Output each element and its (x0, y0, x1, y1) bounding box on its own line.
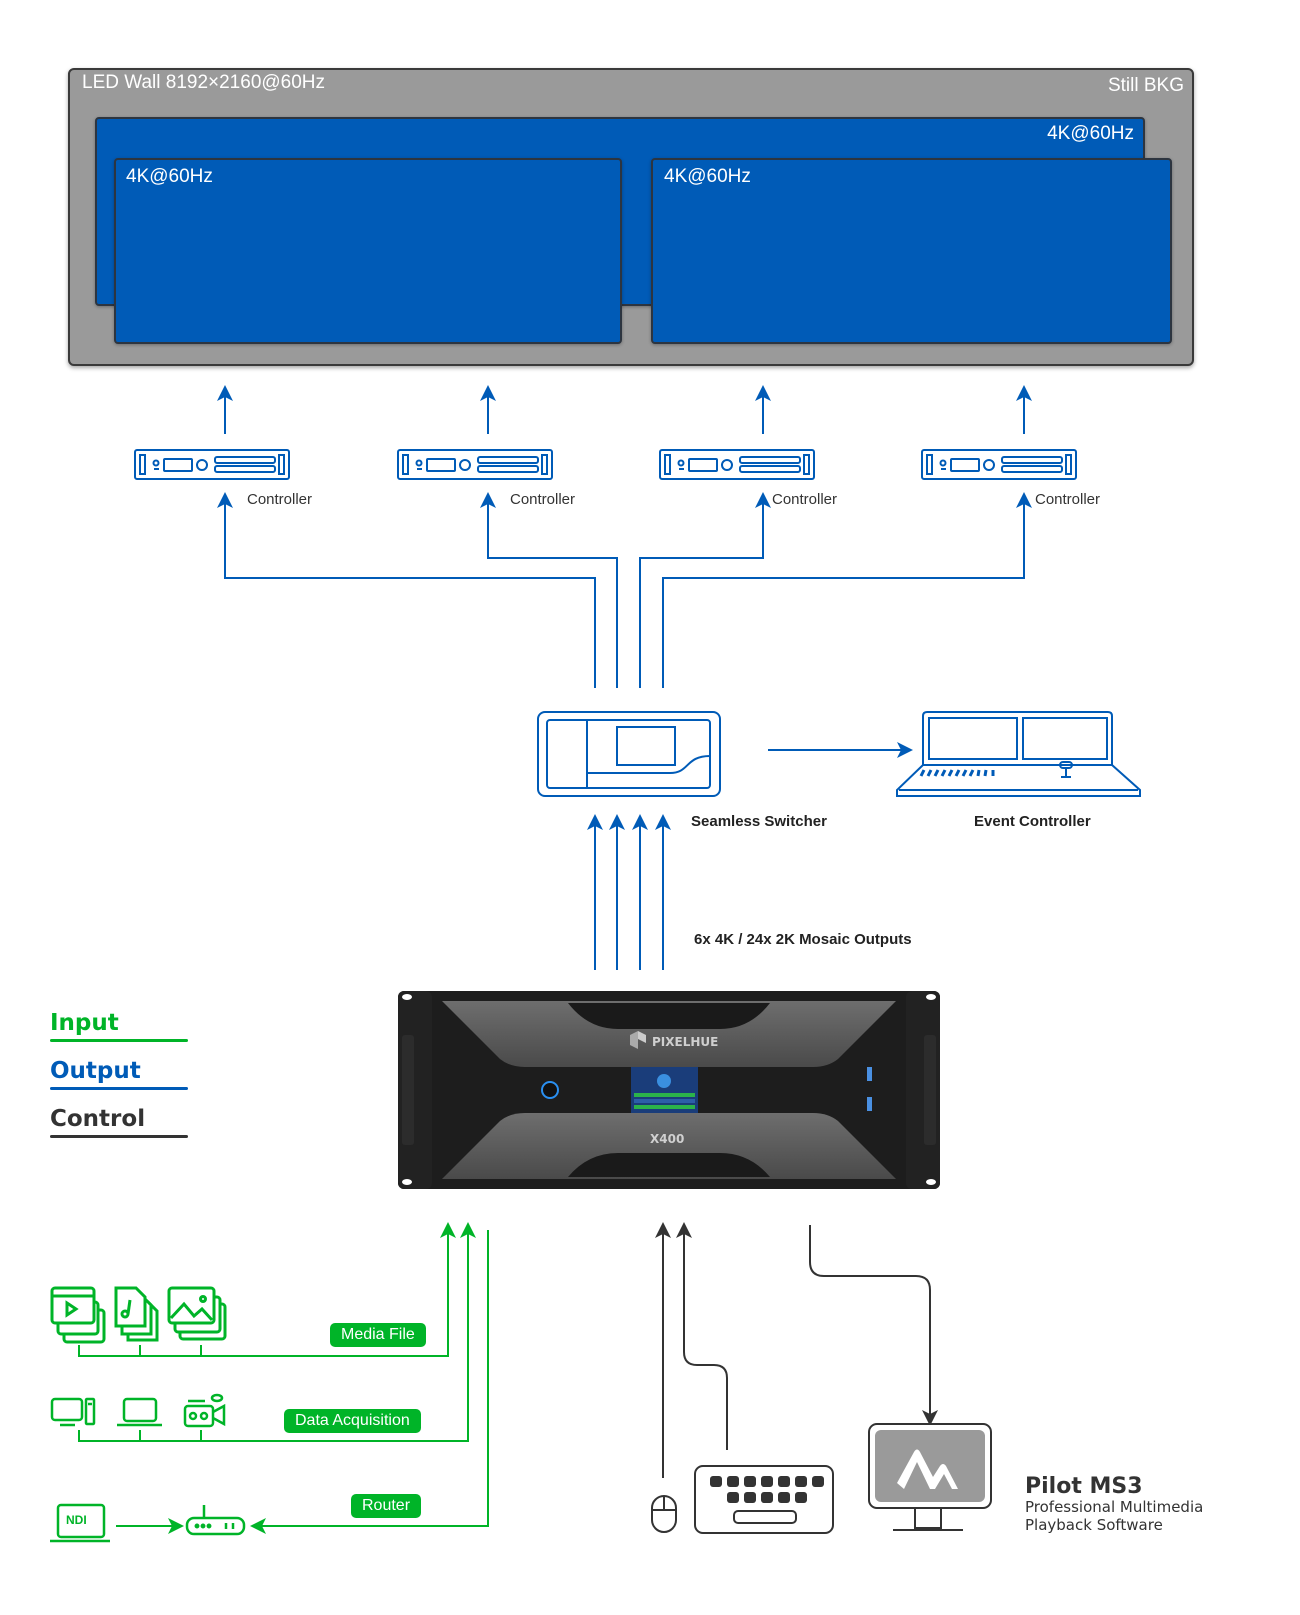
seamless-switcher-label: Seamless Switcher (691, 813, 827, 830)
event-controller-icon (896, 711, 1141, 797)
ndi-label: NDI (66, 1513, 87, 1527)
controller-icon (921, 449, 1077, 480)
monitor-icon (868, 1423, 992, 1531)
desktop-pc-icon (50, 1397, 96, 1427)
switcher-to-controllers (217, 492, 1032, 688)
legend-input: Input (50, 1010, 119, 1036)
router-pill: Router (351, 1494, 422, 1518)
brand-text: PIXELHUE (652, 1035, 718, 1049)
video-file-icon (50, 1286, 106, 1344)
controller-label-3: Controller (772, 491, 838, 508)
wall-arrows (217, 385, 1032, 434)
input-lines (78, 1222, 489, 1534)
camera-icon (183, 1393, 226, 1428)
mosaic-outputs-label: 6x 4K / 24x 2K Mosaic Outputs (694, 931, 912, 948)
controller-label-4: Controller (1035, 491, 1101, 508)
image-file-icon (167, 1286, 227, 1341)
legend-control-line (50, 1135, 188, 1138)
mouse-icon (651, 1495, 677, 1533)
data-icons (50, 1393, 226, 1428)
seamless-switcher-icon (537, 711, 721, 797)
controller-icon (659, 449, 815, 480)
pilot-subtitle-2: Playback Software (1025, 1516, 1163, 1534)
event-controller-label: Event Controller (974, 813, 1091, 830)
legend-control: Control (50, 1106, 146, 1132)
keyboard-icon (694, 1465, 834, 1534)
data-acquisition-pill: Data Acquisition (284, 1409, 421, 1433)
x400-device: PIXELHUE X400 (398, 991, 940, 1189)
controller-icon (134, 449, 290, 480)
diagram-lines (50, 385, 1141, 1543)
audio-file-icon (114, 1286, 159, 1342)
controller-label-1: Controller (247, 491, 313, 508)
controller-label-2: Controller (510, 491, 576, 508)
media-file-pill: Media File (330, 1323, 426, 1347)
legend-input-line (50, 1039, 188, 1042)
pilot-subtitle-1: Professional Multimedia (1025, 1498, 1204, 1516)
model-text: X400 (650, 1132, 684, 1146)
x400-outputs (587, 814, 671, 970)
legend-output: Output (50, 1058, 141, 1084)
laptop-icon (117, 1397, 162, 1427)
controller-icons (134, 449, 1077, 480)
pilot-title: Pilot MS3 (1025, 1474, 1143, 1499)
legend-output-line (50, 1087, 188, 1090)
router-icon (185, 1505, 246, 1536)
controller-icon (397, 449, 553, 480)
media-icons (50, 1286, 227, 1344)
